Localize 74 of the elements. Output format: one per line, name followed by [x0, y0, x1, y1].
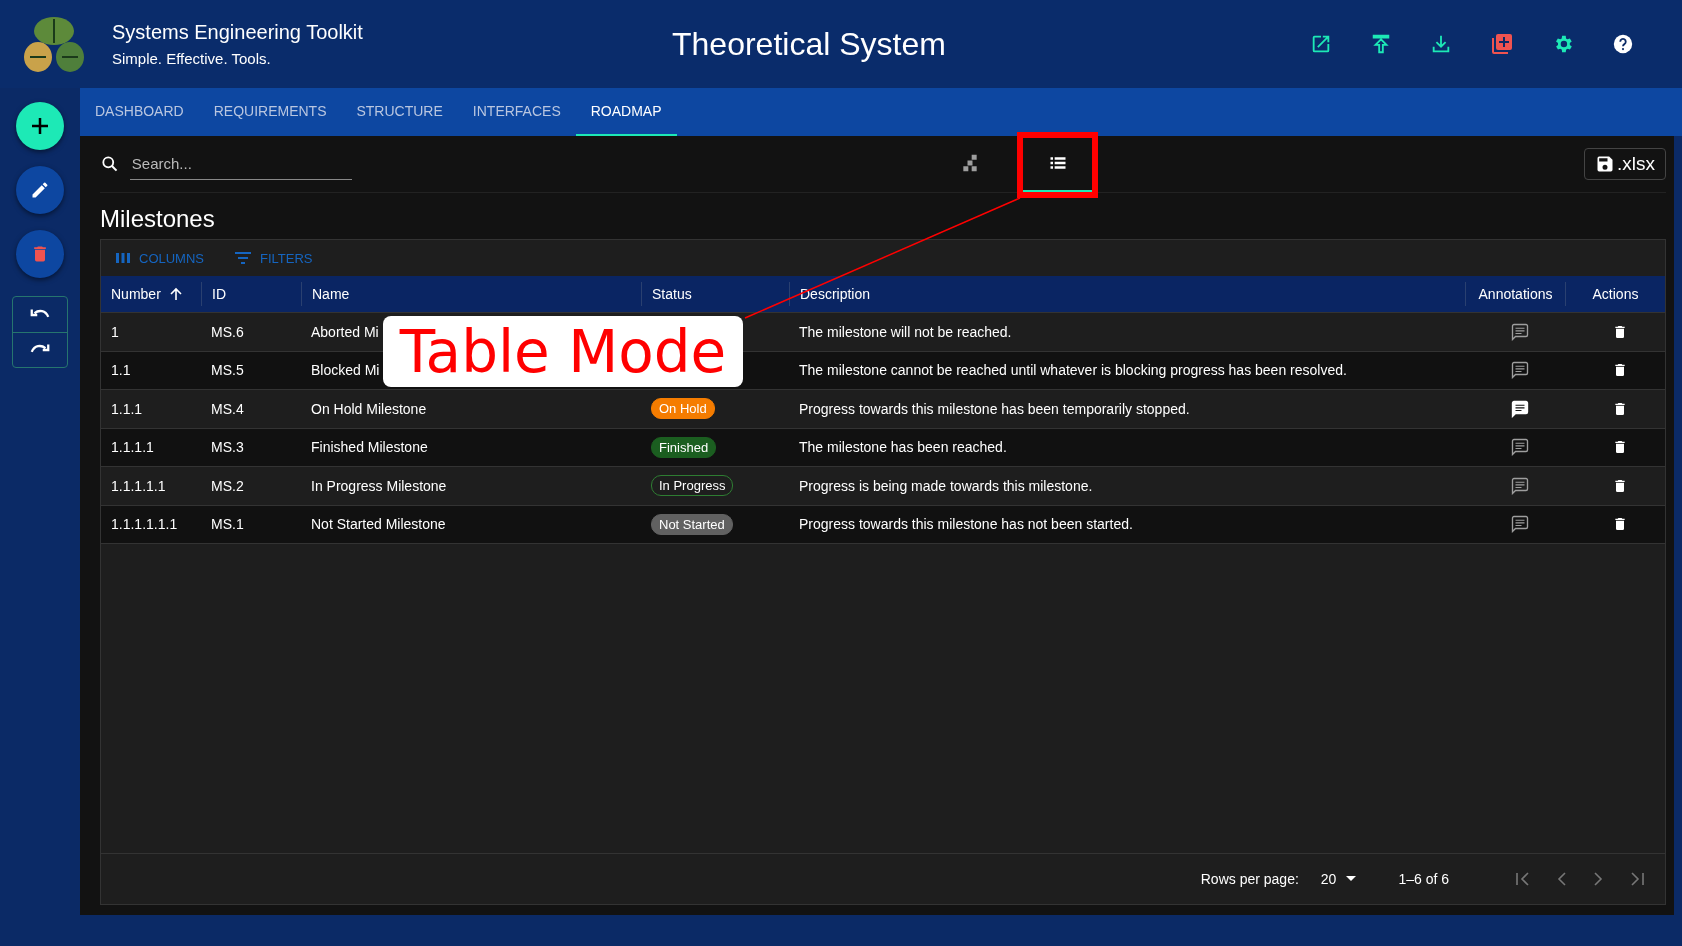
- sort-arrow-icon[interactable]: [168, 287, 183, 301]
- table-cell: MS.2: [211, 477, 244, 494]
- table-cell: Progress is being made towards this milestone.: [799, 477, 1093, 494]
- app-tagline: Simple. Effective. Tools.: [112, 50, 272, 67]
- search-field[interactable]: Search...: [129, 148, 352, 180]
- nav-tab[interactable]: STRUCTURE: [341, 88, 458, 136]
- table-cell: MS.3: [211, 439, 244, 456]
- section-title: Milestones: [100, 204, 216, 234]
- table-cell: 1.1: [111, 362, 131, 379]
- table-cell: Not Started Milestone: [311, 516, 446, 533]
- rows-per-page-label: Rows per page:: [1200, 871, 1299, 887]
- first-page-icon[interactable]: [1515, 871, 1531, 887]
- hierarchy-icon: [960, 153, 980, 173]
- help-icon[interactable]: [1612, 33, 1634, 55]
- add-button[interactable]: [16, 102, 64, 150]
- column-header[interactable]: ID: [212, 286, 226, 302]
- export-xlsx-button[interactable]: .xlsx: [1584, 148, 1666, 180]
- table-cell: 1.1.1.1: [111, 439, 154, 456]
- dropdown-caret-icon: [1346, 876, 1357, 882]
- table-cell: Progress towards this milestone has been temporarily stopped.: [799, 400, 1190, 417]
- page-range: 1–6 of 6: [1398, 871, 1449, 887]
- nav-tab[interactable]: REQUIREMENTS: [198, 88, 342, 136]
- open-external-icon[interactable]: [1310, 33, 1332, 55]
- comment-icon[interactable]: [1511, 322, 1529, 341]
- table-cell: 1.1.1.1.1.1: [111, 516, 178, 533]
- column-header[interactable]: Annotations: [1478, 286, 1553, 302]
- table-cell: Aborted Mi: [311, 323, 379, 340]
- comment-icon[interactable]: [1511, 476, 1529, 495]
- table-cell: MS.1: [211, 516, 244, 533]
- filter-icon: [234, 251, 252, 265]
- status-chip: In Progress: [651, 475, 734, 497]
- table-cell: Finished Milestone: [311, 439, 428, 456]
- table-cell: 1: [111, 323, 119, 340]
- rows-per-page-select[interactable]: 20: [1314, 870, 1363, 888]
- column-header[interactable]: Actions: [1592, 286, 1639, 302]
- table-cell: The milestone will not be reached.: [799, 323, 1012, 340]
- table-cell: MS.6: [211, 323, 244, 340]
- column-header[interactable]: Description: [800, 286, 871, 302]
- pencil-icon: [30, 180, 50, 200]
- column-header[interactable]: Number: [111, 286, 161, 302]
- nav-tab[interactable]: DASHBOARD: [80, 88, 199, 136]
- download-icon[interactable]: [1430, 33, 1452, 55]
- save-icon: [1595, 154, 1615, 174]
- window-title: Theoretical System: [672, 25, 947, 63]
- status-chip: Finished: [651, 436, 717, 458]
- comment-icon[interactable]: [1511, 361, 1529, 380]
- column-header[interactable]: Status: [652, 286, 692, 302]
- previous-page-icon[interactable]: [1557, 871, 1567, 887]
- add-box-icon[interactable]: [1490, 32, 1514, 56]
- status-chip: Not Started: [651, 513, 733, 535]
- table-cell: Blocked Mi: [311, 362, 380, 379]
- search-icon: [100, 154, 120, 174]
- status-chip: On Hold: [651, 398, 715, 420]
- column-header[interactable]: Name: [312, 286, 350, 302]
- edit-button[interactable]: [16, 166, 64, 214]
- table-cell: In Progress Milestone: [311, 477, 447, 494]
- table-cell: MS.4: [211, 400, 244, 417]
- table-cell: 1.1.1: [111, 400, 143, 417]
- comment-icon[interactable]: [1511, 515, 1529, 534]
- table-cell: MS.5: [211, 362, 244, 379]
- app-name: Systems Engineering Toolkit: [112, 21, 364, 44]
- comment-icon[interactable]: [1511, 438, 1529, 457]
- columns-icon: [115, 251, 131, 265]
- next-page-icon[interactable]: [1593, 871, 1603, 887]
- table-cell: 1.1.1.1.1: [111, 477, 166, 494]
- table-cell: Progress towards this milestone has not been started.: [799, 516, 1133, 533]
- table-cell: On Hold Milestone: [311, 400, 427, 417]
- callout-label: Table Mode: [383, 316, 743, 387]
- upload-icon[interactable]: [1370, 33, 1392, 55]
- table-cell: The milestone cannot be reached until whatever is blocking progress has been resolved.: [799, 362, 1347, 379]
- delete-button[interactable]: [16, 230, 64, 278]
- nav-tab[interactable]: INTERFACES: [457, 88, 576, 136]
- table-cell: The milestone has been reached.: [799, 439, 1007, 456]
- last-page-icon[interactable]: [1629, 871, 1645, 887]
